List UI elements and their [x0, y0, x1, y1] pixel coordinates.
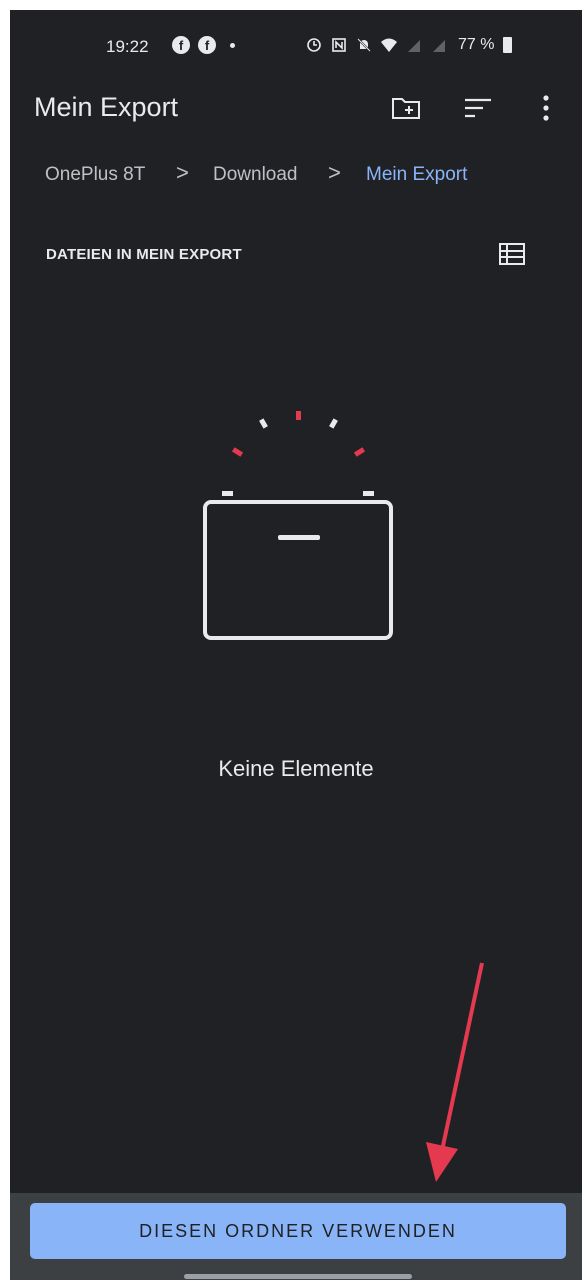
breadcrumb-item-download[interactable]: Download: [213, 164, 298, 186]
breadcrumb-separator: >: [176, 160, 189, 185]
status-time: 19:22: [106, 37, 149, 56]
view-toggle-button[interactable]: [498, 242, 526, 268]
bottom-action-bar: DIESEN ORDNER VERWENDEN: [10, 1193, 582, 1280]
home-indicator[interactable]: [184, 1274, 412, 1279]
more-options-button[interactable]: [526, 88, 566, 128]
battery-icon: [503, 37, 513, 53]
breadcrumb-item-oneplus[interactable]: OnePlus 8T: [45, 164, 145, 186]
data-saver-icon: [307, 38, 321, 52]
new-folder-button[interactable]: [386, 88, 426, 128]
system-icons: 77 %: [306, 36, 513, 54]
screen: 19:22 f f 77 % Mein Export OnePlus 8T > …: [10, 10, 582, 1280]
breadcrumb: OnePlus 8T > Download > Mein Export: [10, 152, 582, 198]
use-folder-button[interactable]: DIESEN ORDNER VERWENDEN: [30, 1203, 566, 1259]
facebook-icon: f: [172, 36, 190, 54]
sort-icon: [465, 98, 491, 118]
page-title: Mein Export: [34, 92, 179, 122]
breadcrumb-item-current[interactable]: Mein Export: [366, 164, 467, 186]
dot-icon: [230, 42, 235, 48]
battery-percentage: 77 %: [458, 36, 495, 53]
status-bar: 19:22 f f 77 %: [10, 10, 582, 72]
breadcrumb-separator: >: [328, 160, 341, 185]
signal-icon: [408, 40, 420, 52]
app-bar: Mein Export: [10, 72, 582, 142]
list-view-icon: [499, 243, 525, 265]
empty-box-icon: [203, 411, 393, 640]
notification-icons: f f: [172, 36, 235, 54]
sort-button[interactable]: [458, 88, 498, 128]
signal-icon: [433, 40, 445, 52]
wifi-icon: [381, 38, 397, 52]
mute-icon: [357, 38, 371, 52]
empty-state-text: Keine Elemente: [218, 756, 374, 781]
facebook-icon: f: [198, 36, 216, 54]
new-folder-icon: [392, 98, 420, 119]
section-header: DATEIEN IN MEIN EXPORT: [46, 246, 242, 263]
nfc-icon: [332, 38, 346, 52]
more-vert-icon: [543, 95, 549, 121]
annotation-arrow: [426, 962, 484, 1182]
